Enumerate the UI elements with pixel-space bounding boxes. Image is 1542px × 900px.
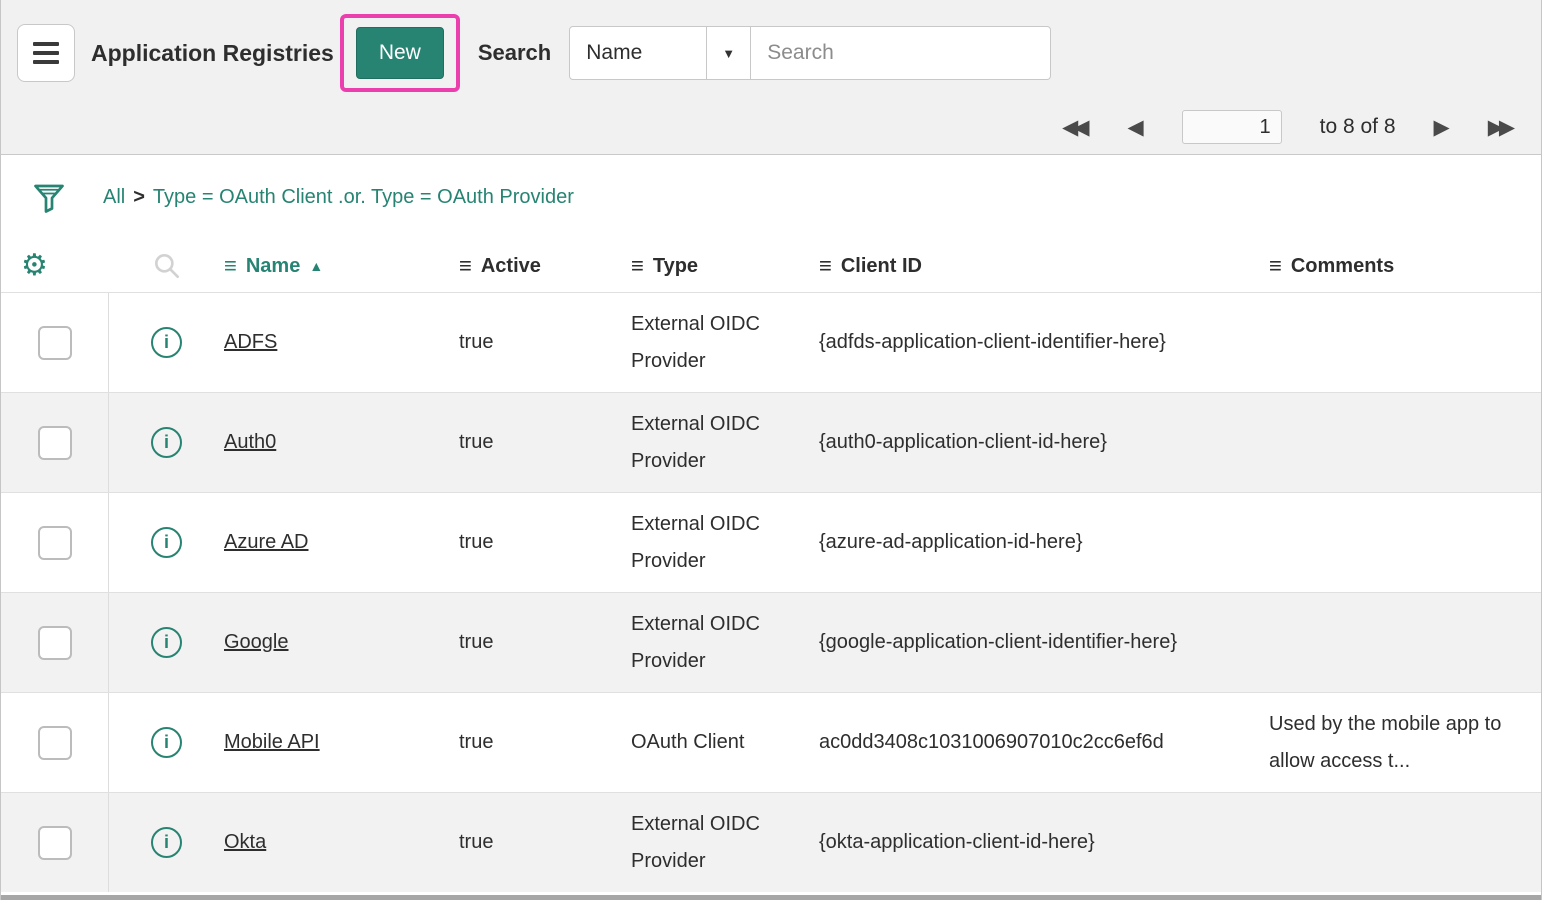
- page-title: Application Registries: [91, 40, 334, 67]
- table-row: Google true External OIDC Provider {goog…: [1, 592, 1541, 692]
- info-icon[interactable]: [151, 627, 182, 658]
- first-page-button[interactable]: ◀◀: [1062, 117, 1089, 138]
- list-header-bar: Application Registries New Search Name ▼…: [1, 0, 1541, 155]
- table-row: Mobile API true OAuth Client ac0dd3408c1…: [1, 692, 1541, 792]
- breadcrumb: All > Type = OAuth Client .or. Type = OA…: [103, 186, 574, 209]
- cell-active: true: [459, 824, 631, 861]
- column-menu-icon: ≡: [1269, 255, 1282, 277]
- previous-page-button[interactable]: ◀: [1127, 117, 1143, 138]
- cell-active: true: [459, 624, 631, 661]
- cell-comments: Used by the mobile app to allow access t…: [1269, 706, 1541, 780]
- cell-active: true: [459, 524, 631, 561]
- cell-active: true: [459, 324, 631, 361]
- row-checkbox[interactable]: [38, 626, 72, 660]
- search-field-select[interactable]: Name ▼: [569, 26, 751, 80]
- column-menu-icon: ≡: [224, 255, 237, 277]
- column-header-label: Active: [481, 255, 541, 278]
- record-link[interactable]: ADFS: [224, 331, 277, 353]
- cell-type: External OIDC Provider: [631, 506, 819, 580]
- search-field-value: Name: [570, 41, 706, 65]
- table-column-header-row: ⚙ ≡ Name ▲ ≡ Active ≡ Type ≡ Client ID ≡…: [1, 240, 1541, 292]
- chevron-down-icon: ▼: [706, 27, 750, 79]
- column-header-type[interactable]: ≡ Type: [631, 255, 819, 278]
- column-menu-icon: ≡: [631, 255, 644, 277]
- cell-active: true: [459, 724, 631, 761]
- info-icon[interactable]: [151, 727, 182, 758]
- filter-bar: All > Type = OAuth Client .or. Type = OA…: [1, 155, 1541, 240]
- cell-client-id: {okta-application-client-id-here}: [819, 824, 1269, 861]
- cell-client-id: ac0dd3408c1031006907010c2cc6ef6d: [819, 724, 1269, 761]
- search-input[interactable]: [751, 26, 1051, 80]
- row-range-text: to 8 of 8: [1320, 115, 1396, 139]
- record-link[interactable]: Auth0: [224, 431, 276, 453]
- record-link[interactable]: Okta: [224, 831, 266, 853]
- column-header-comments[interactable]: ≡ Comments: [1269, 255, 1541, 278]
- horizontal-scrollbar[interactable]: [1, 895, 1541, 900]
- page-number-input[interactable]: [1182, 110, 1282, 144]
- table-row: Azure AD true External OIDC Provider {az…: [1, 492, 1541, 592]
- info-icon[interactable]: [151, 827, 182, 858]
- table-row: Auth0 true External OIDC Provider {auth0…: [1, 392, 1541, 492]
- record-link[interactable]: Mobile API: [224, 731, 320, 753]
- row-checkbox[interactable]: [38, 726, 72, 760]
- column-header-client-id[interactable]: ≡ Client ID: [819, 255, 1269, 278]
- column-header-label: Client ID: [841, 255, 922, 278]
- cell-type: External OIDC Provider: [631, 606, 819, 680]
- column-search-icon[interactable]: [109, 250, 224, 282]
- column-header-label: Comments: [1291, 255, 1394, 278]
- table-row: ADFS true External OIDC Provider {adfds-…: [1, 292, 1541, 392]
- row-checkbox[interactable]: [38, 426, 72, 460]
- new-button[interactable]: New: [356, 27, 444, 79]
- search-combo: Name ▼: [569, 26, 1051, 80]
- personalize-list-gear-icon[interactable]: ⚙: [1, 251, 109, 281]
- cell-active: true: [459, 424, 631, 461]
- toolbar: Application Registries New Search Name ▼: [17, 14, 1515, 92]
- pagination: ◀◀ ◀ to 8 of 8 ▶ ▶▶: [17, 110, 1515, 144]
- cell-client-id: {auth0-application-client-id-here}: [819, 424, 1269, 461]
- cell-client-id: {adfds-application-client-identifier-her…: [819, 324, 1269, 361]
- breadcrumb-filter-condition[interactable]: Type = OAuth Client .or. Type = OAuth Pr…: [153, 186, 574, 209]
- search-label: Search: [478, 40, 551, 66]
- cell-client-id: {azure-ad-application-id-here}: [819, 524, 1269, 561]
- cell-client-id: {google-application-client-identifier-he…: [819, 624, 1269, 661]
- info-icon[interactable]: [151, 327, 182, 358]
- cell-type: External OIDC Provider: [631, 406, 819, 480]
- column-header-active[interactable]: ≡ Active: [459, 255, 631, 278]
- sort-ascending-icon: ▲: [309, 258, 323, 274]
- info-icon[interactable]: [151, 427, 182, 458]
- application-registries-page: Application Registries New Search Name ▼…: [0, 0, 1542, 900]
- breadcrumb-separator: >: [133, 186, 145, 209]
- row-checkbox[interactable]: [38, 526, 72, 560]
- row-checkbox[interactable]: [38, 326, 72, 360]
- info-icon[interactable]: [151, 527, 182, 558]
- cell-type: External OIDC Provider: [631, 806, 819, 880]
- record-link[interactable]: Google: [224, 631, 289, 653]
- column-header-name[interactable]: ≡ Name ▲: [224, 255, 459, 278]
- last-page-button[interactable]: ▶▶: [1488, 117, 1515, 138]
- filter-funnel-icon[interactable]: [31, 179, 67, 217]
- cell-type: OAuth Client: [631, 724, 819, 761]
- row-checkbox[interactable]: [38, 826, 72, 860]
- table-row: Okta true External OIDC Provider {okta-a…: [1, 792, 1541, 892]
- record-link[interactable]: Azure AD: [224, 531, 308, 553]
- list-context-menu-button[interactable]: [17, 24, 75, 82]
- column-header-label: Name: [246, 255, 300, 278]
- column-menu-icon: ≡: [819, 255, 832, 277]
- column-header-label: Type: [653, 255, 698, 278]
- annotation-highlight: New: [340, 14, 460, 92]
- cell-type: External OIDC Provider: [631, 306, 819, 380]
- next-page-button[interactable]: ▶: [1434, 117, 1450, 138]
- hamburger-icon: [33, 42, 59, 46]
- breadcrumb-all[interactable]: All: [103, 186, 125, 209]
- column-menu-icon: ≡: [459, 255, 472, 277]
